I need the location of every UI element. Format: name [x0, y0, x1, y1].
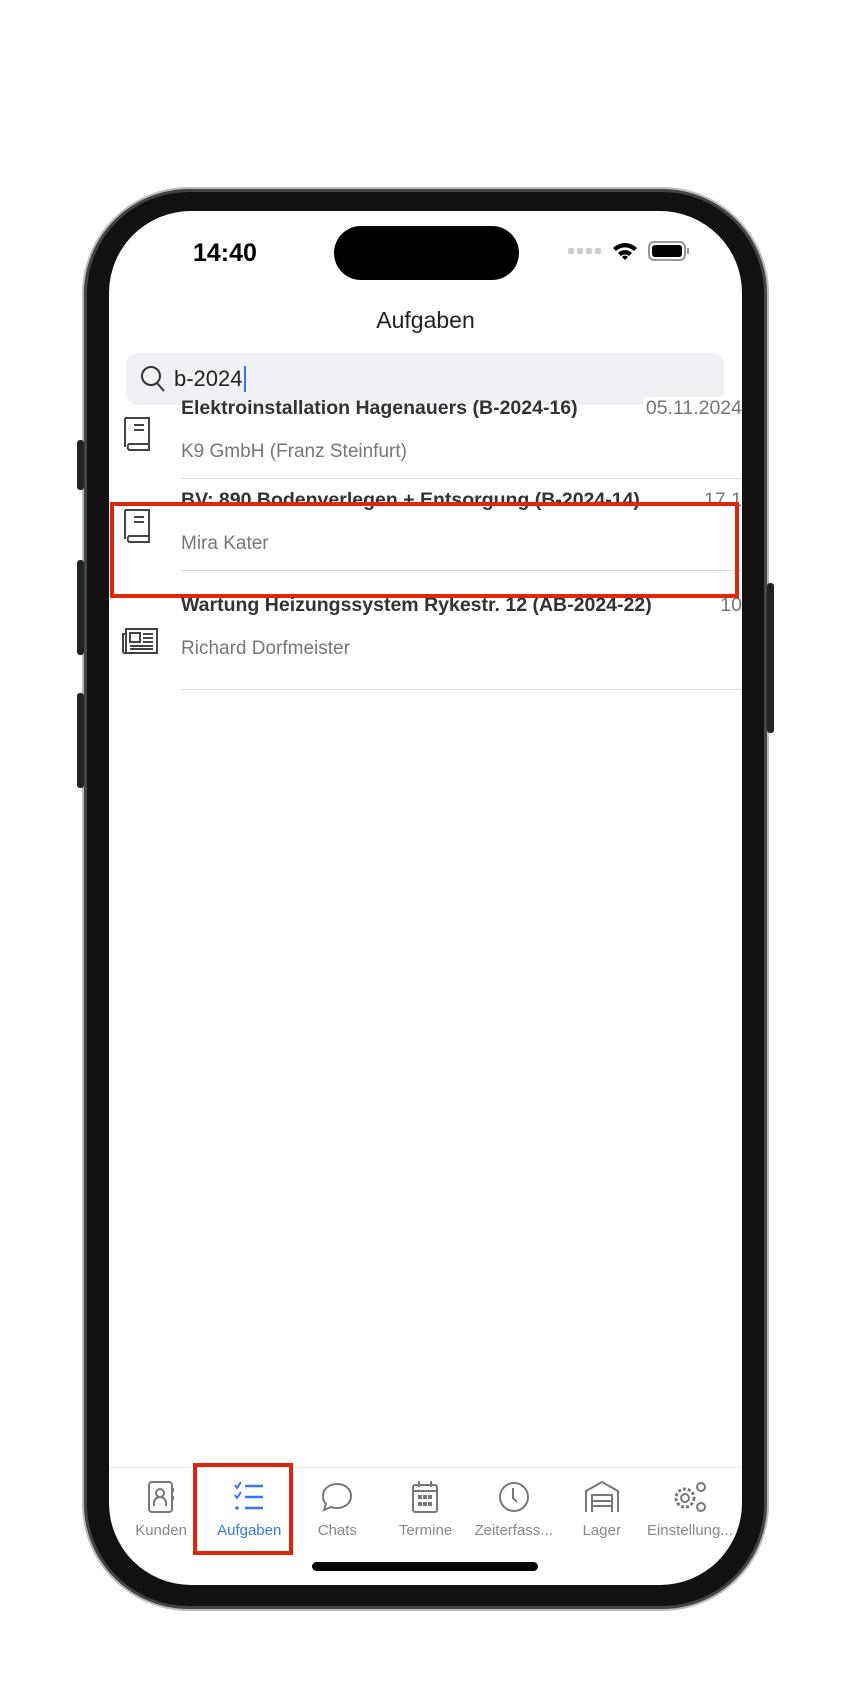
chat-bubble-icon — [322, 1482, 353, 1512]
row-divider — [181, 689, 742, 690]
garage-icon — [584, 1480, 619, 1512]
calendar-icon — [412, 1481, 439, 1513]
volume-up-button — [77, 560, 84, 655]
highlight-box — [110, 502, 739, 598]
cellular-signal-icon — [568, 248, 601, 254]
task-row[interactable]: Elektroinstallation Hagenauers (B-2024-1… — [109, 387, 742, 479]
highlight-box — [193, 1463, 293, 1555]
tab-label: Einstellung... — [646, 1522, 733, 1539]
home-indicator[interactable] — [312, 1562, 538, 1571]
tab-label: Chats — [317, 1522, 357, 1539]
task-title: Elektroinstallation Hagenauers (B-2024-1… — [181, 397, 578, 419]
wifi-icon — [613, 243, 637, 260]
dynamic-island — [334, 226, 519, 280]
tab-label: Zeiterfass... — [474, 1522, 553, 1539]
task-date: 05.11.2024 — [643, 397, 742, 420]
volume-down-button — [77, 693, 84, 788]
clock-icon — [498, 1482, 529, 1512]
battery-icon — [648, 241, 689, 261]
tab-kunden[interactable]: Kunden — [117, 1468, 205, 1585]
power-button — [767, 583, 774, 733]
screen: 14:40 Aufgaben b-2024 Elektroinstallatio… — [109, 211, 742, 1585]
task-subtitle: Richard Dorfmeister — [181, 638, 350, 659]
gears-icon — [674, 1482, 706, 1512]
contacts-icon — [148, 1481, 175, 1513]
status-icons — [568, 241, 690, 261]
tab-einstellungen[interactable]: Einstellung... — [646, 1468, 734, 1585]
tab-label: Kunden — [135, 1522, 187, 1539]
newspaper-icon — [122, 628, 158, 655]
tab-label: Termine — [398, 1522, 453, 1539]
tab-label: Lager — [582, 1522, 621, 1539]
book-icon — [124, 417, 150, 451]
task-subtitle: K9 GmbH (Franz Steinfurt) — [181, 441, 407, 462]
page-title: Aufgaben — [376, 307, 475, 333]
mute-switch — [77, 440, 84, 490]
tab-lager[interactable]: Lager — [558, 1468, 646, 1585]
task-row[interactable]: Wartung Heizungssystem Rykestr. 12 (AB-2… — [109, 594, 742, 690]
status-time: 14:40 — [193, 239, 257, 267]
